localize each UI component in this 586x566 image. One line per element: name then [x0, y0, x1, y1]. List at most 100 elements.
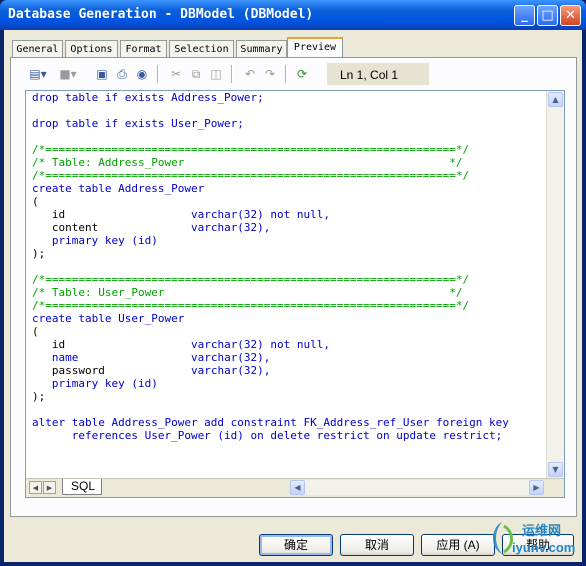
- redo-icon[interactable]: ↷: [261, 65, 279, 83]
- code-token: primary key (id): [32, 377, 158, 390]
- code-line[interactable]: content varchar(32),: [32, 221, 544, 234]
- code-token: id: [32, 208, 191, 221]
- code-line[interactable]: references User_Power (id) on delete res…: [32, 429, 544, 442]
- sql-code-area[interactable]: drop table if exists Address_Power; drop…: [32, 91, 544, 477]
- code-line[interactable]: [32, 260, 544, 273]
- code-token: id: [32, 338, 191, 351]
- code-line[interactable]: id varchar(32) not null,: [32, 338, 544, 351]
- watermark-text-url: iyunv.com: [512, 540, 576, 555]
- save-icon[interactable]: ▣: [93, 65, 111, 83]
- scroll-right-arrow-icon[interactable]: ▶: [529, 480, 544, 495]
- code-line[interactable]: /*======================================…: [32, 169, 544, 182]
- disk-menu-icon[interactable]: ■▾: [59, 65, 77, 83]
- code-line[interactable]: password varchar(32),: [32, 364, 544, 377]
- maximize-button[interactable]: □: [537, 5, 558, 26]
- code-line[interactable]: (: [32, 325, 544, 338]
- code-token: /*======================================…: [32, 273, 470, 286]
- close-button[interactable]: ✕: [560, 5, 581, 26]
- undo-icon[interactable]: ↶: [241, 65, 259, 83]
- code-line[interactable]: name varchar(32),: [32, 351, 544, 364]
- scroll-down-arrow-icon[interactable]: ▼: [548, 462, 563, 477]
- code-line[interactable]: /*======================================…: [32, 299, 544, 312]
- tab-selection[interactable]: Selection: [169, 40, 234, 57]
- code-token: /*======================================…: [32, 169, 470, 182]
- code-token: /* Table: Address_Power */: [32, 156, 463, 169]
- code-line[interactable]: /* Table: User_Power */: [32, 286, 544, 299]
- preview-panel: ▤▾ ■▾ ▣ ⎙ ◉ ✂ ⧉ ◫ ↶ ↷ ⟳ Ln 1, Col 1 drop…: [10, 57, 577, 517]
- sheet-prev-icon[interactable]: ◀: [29, 481, 42, 494]
- cut-icon[interactable]: ✂: [167, 65, 185, 83]
- code-line[interactable]: [32, 403, 544, 416]
- code-token: /*======================================…: [32, 299, 470, 312]
- tab-format[interactable]: Format: [120, 40, 167, 57]
- page-menu-icon[interactable]: ▤▾: [29, 65, 47, 83]
- cancel-button[interactable]: 取消: [340, 534, 414, 556]
- code-line[interactable]: [32, 130, 544, 143]
- code-token: (: [32, 325, 39, 338]
- code-line[interactable]: );: [32, 390, 544, 403]
- tab-summary[interactable]: Summary: [236, 40, 287, 57]
- code-token: create table User_Power: [32, 312, 185, 325]
- dialog-body: General Options Format Selection Summary…: [4, 30, 582, 562]
- code-token: password: [32, 364, 191, 377]
- code-token: );: [32, 390, 46, 403]
- code-token: varchar(32),: [190, 351, 271, 364]
- code-line[interactable]: id varchar(32) not null,: [32, 208, 544, 221]
- title-bar[interactable]: Database Generation - DBModel (DBModel) …: [0, 0, 586, 30]
- code-token: varchar(32) not null,: [190, 338, 331, 351]
- code-token: varchar(32),: [190, 364, 271, 377]
- ok-button[interactable]: 确定: [259, 534, 333, 556]
- code-line[interactable]: drop table if exists User_Power;: [32, 117, 544, 130]
- horizontal-scrollbar[interactable]: ◀ ▶: [290, 480, 544, 495]
- scroll-left-arrow-icon[interactable]: ◀: [290, 480, 305, 495]
- minimize-button[interactable]: _: [514, 5, 535, 26]
- code-token: primary key (id): [32, 234, 158, 247]
- code-token: varchar(32),: [190, 221, 271, 234]
- watermark-text-cn: 运维网: [522, 523, 562, 538]
- code-line[interactable]: /*======================================…: [32, 273, 544, 286]
- code-line[interactable]: /*======================================…: [32, 143, 544, 156]
- code-line[interactable]: create table User_Power: [32, 312, 544, 325]
- refresh-icon[interactable]: ⟳: [293, 65, 311, 83]
- print-icon[interactable]: ⎙: [113, 65, 131, 83]
- tab-options[interactable]: Options: [65, 40, 118, 57]
- tab-general[interactable]: General: [12, 40, 63, 57]
- code-line[interactable]: create table Address_Power: [32, 182, 544, 195]
- code-line[interactable]: [32, 104, 544, 117]
- copy-icon[interactable]: ⧉: [187, 65, 205, 83]
- sheet-next-icon[interactable]: ▶: [43, 481, 56, 494]
- code-line[interactable]: drop table if exists Address_Power;: [32, 91, 544, 104]
- sql-preview-editor[interactable]: drop table if exists Address_Power; drop…: [25, 90, 565, 498]
- toolbar-separator: [231, 65, 233, 83]
- code-token: /*======================================…: [32, 143, 470, 156]
- code-token: create table Address_Power: [32, 182, 205, 195]
- code-token: alter table Address_Power add constraint…: [32, 416, 509, 429]
- site-watermark: 运维网 iyunv.com: [482, 518, 586, 558]
- horizontal-scroll-track[interactable]: [306, 480, 528, 495]
- code-line[interactable]: alter table Address_Power add constraint…: [32, 416, 544, 429]
- vertical-scrollbar[interactable]: ▲ ▼: [546, 91, 564, 479]
- code-line[interactable]: /* Table: Address_Power */: [32, 156, 544, 169]
- code-line[interactable]: );: [32, 247, 544, 260]
- toolbar-separator: [285, 65, 287, 83]
- dialog-window: Database Generation - DBModel (DBModel) …: [0, 0, 586, 566]
- code-line[interactable]: primary key (id): [32, 234, 544, 247]
- code-token: varchar(32) not null,: [190, 208, 331, 221]
- window-title: Database Generation - DBModel (DBModel): [8, 7, 314, 22]
- find-icon[interactable]: ◉: [133, 65, 151, 83]
- code-line[interactable]: primary key (id): [32, 377, 544, 390]
- code-token: );: [32, 247, 46, 260]
- tab-preview[interactable]: Preview: [287, 37, 343, 58]
- code-line[interactable]: (: [32, 195, 544, 208]
- sheet-tab-bar: ◀ ▶ SQL ◀ ▶: [26, 478, 564, 497]
- code-token: content: [32, 221, 191, 234]
- code-token: (: [32, 195, 39, 208]
- paste-icon[interactable]: ◫: [207, 65, 225, 83]
- scroll-up-arrow-icon[interactable]: ▲: [548, 92, 563, 107]
- sheet-tab-sql[interactable]: SQL: [62, 479, 102, 495]
- toolbar-separator: [157, 65, 159, 83]
